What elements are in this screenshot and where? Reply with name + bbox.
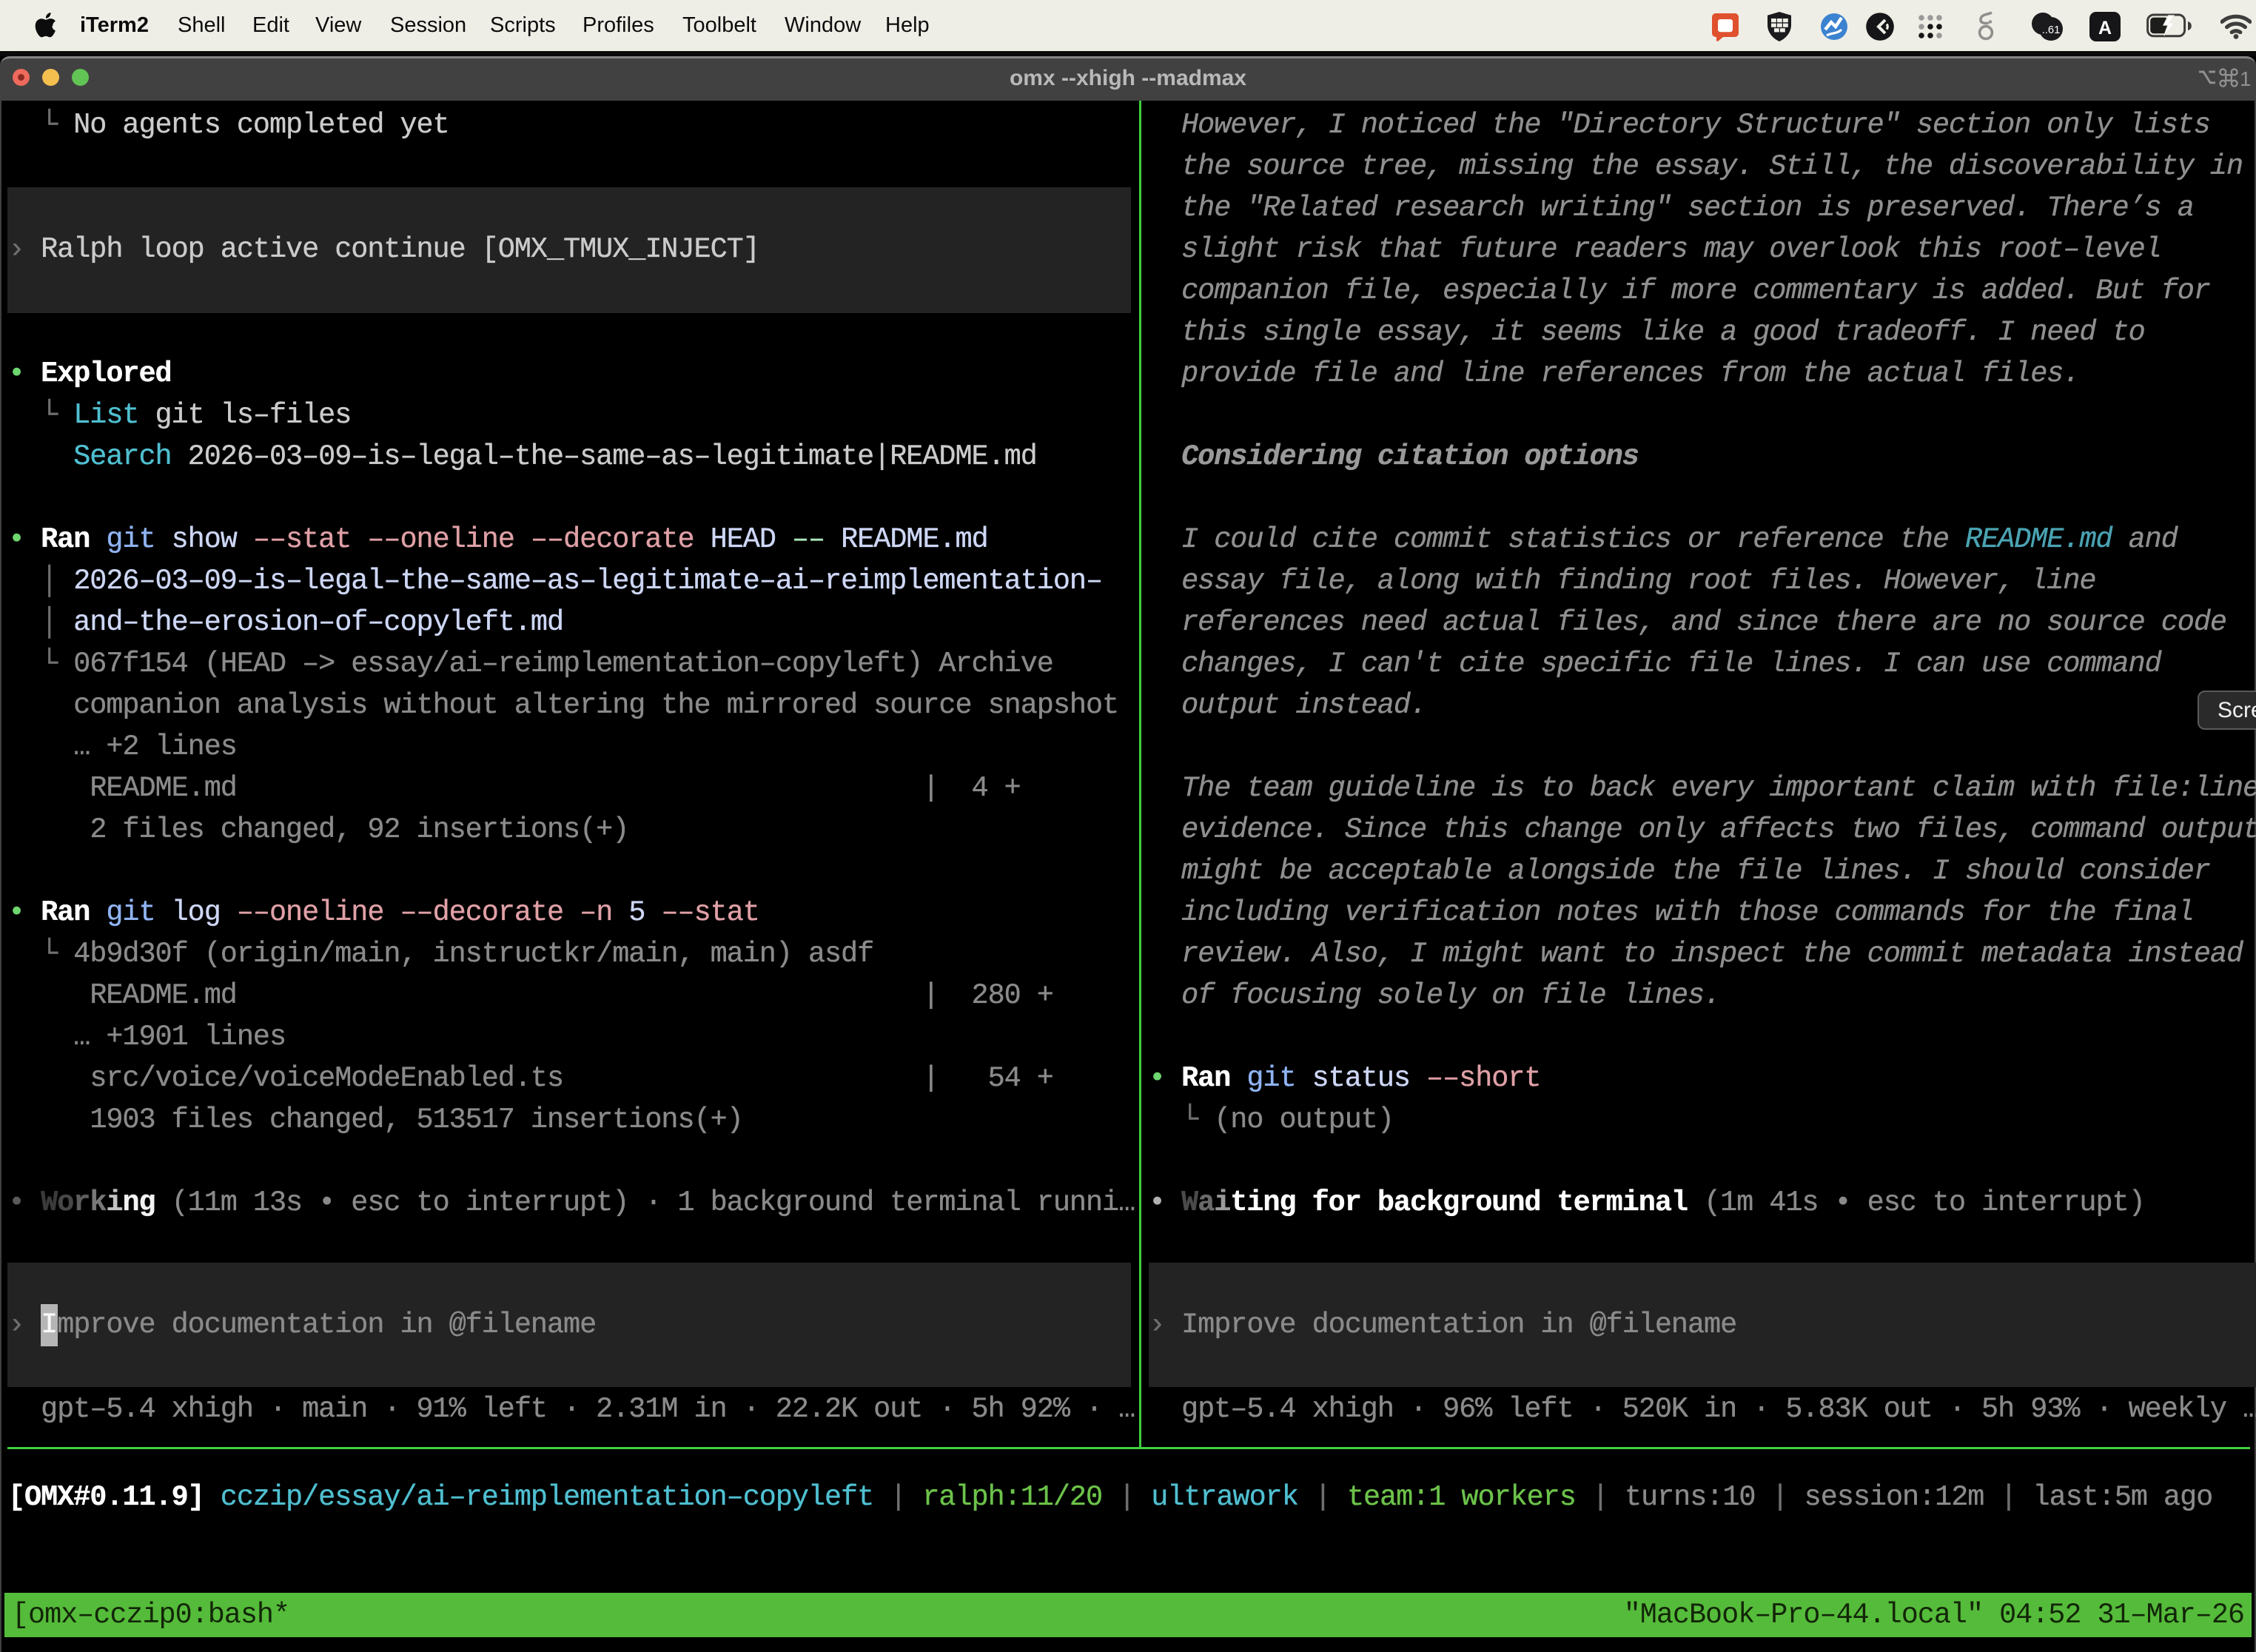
svg-text:..61: ..61 [2042,24,2061,36]
svg-text:A: A [2098,18,2112,38]
